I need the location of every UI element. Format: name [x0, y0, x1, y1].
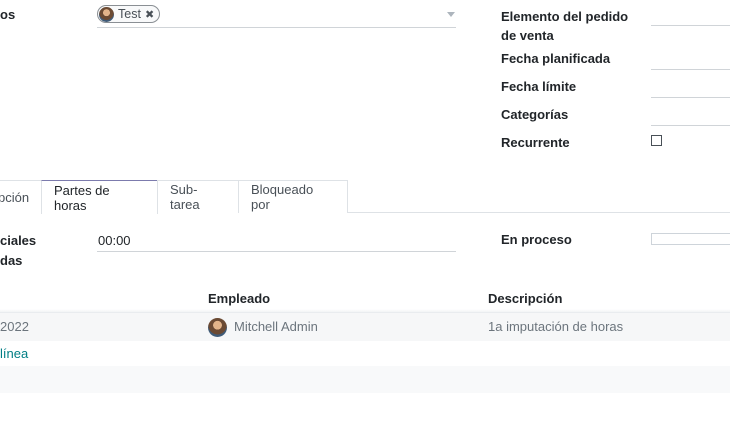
progress-label: En proceso — [501, 232, 572, 247]
recurring-label: Recurrente — [501, 135, 570, 150]
sale-line-input[interactable] — [651, 25, 730, 26]
employee-avatar-icon — [208, 318, 227, 337]
recurring-checkbox[interactable] — [651, 135, 662, 146]
categories-input[interactable] — [651, 125, 730, 126]
column-header-employee[interactable]: Empleado — [208, 291, 270, 306]
assignees-label: os — [0, 7, 16, 22]
assignees-input-underline[interactable] — [97, 27, 456, 28]
initial-hours-underline[interactable] — [97, 251, 456, 252]
tab-description[interactable]: pción — [0, 180, 42, 213]
column-header-description[interactable]: Descripción — [488, 291, 562, 306]
tab-subtasks[interactable]: Sub-tarea — [157, 180, 239, 213]
planned-date-label: Fecha planificada — [501, 51, 611, 66]
tab-blocked-by[interactable]: Bloqueado por — [238, 180, 348, 213]
row-description[interactable]: 1a imputación de horas — [488, 319, 623, 334]
progress-bar — [651, 233, 730, 245]
row-employee[interactable]: Mitchell Admin — [234, 319, 318, 334]
assignee-tag[interactable]: Test ✖ — [97, 5, 161, 23]
row-date[interactable]: 2022 — [0, 319, 29, 334]
remove-tag-icon[interactable]: ✖ — [145, 8, 154, 21]
categories-label: Categorías — [501, 107, 569, 122]
dropdown-caret-icon[interactable] — [447, 12, 455, 17]
user-avatar-icon — [99, 6, 114, 22]
initial-hours-label: ciales das — [0, 233, 37, 268]
add-line-link[interactable]: línea — [0, 346, 28, 361]
empty-row — [0, 366, 730, 393]
deadline-input[interactable] — [651, 97, 730, 98]
sale-line-label: Elemento del pedido de venta — [501, 9, 629, 43]
assignee-tag-label: Test — [118, 7, 141, 21]
initial-hours-value[interactable]: 00:00 — [98, 233, 131, 248]
deadline-label: Fecha límite — [501, 79, 577, 94]
tab-timesheets[interactable]: Partes de horas — [41, 180, 158, 214]
planned-date-input[interactable] — [651, 69, 730, 70]
